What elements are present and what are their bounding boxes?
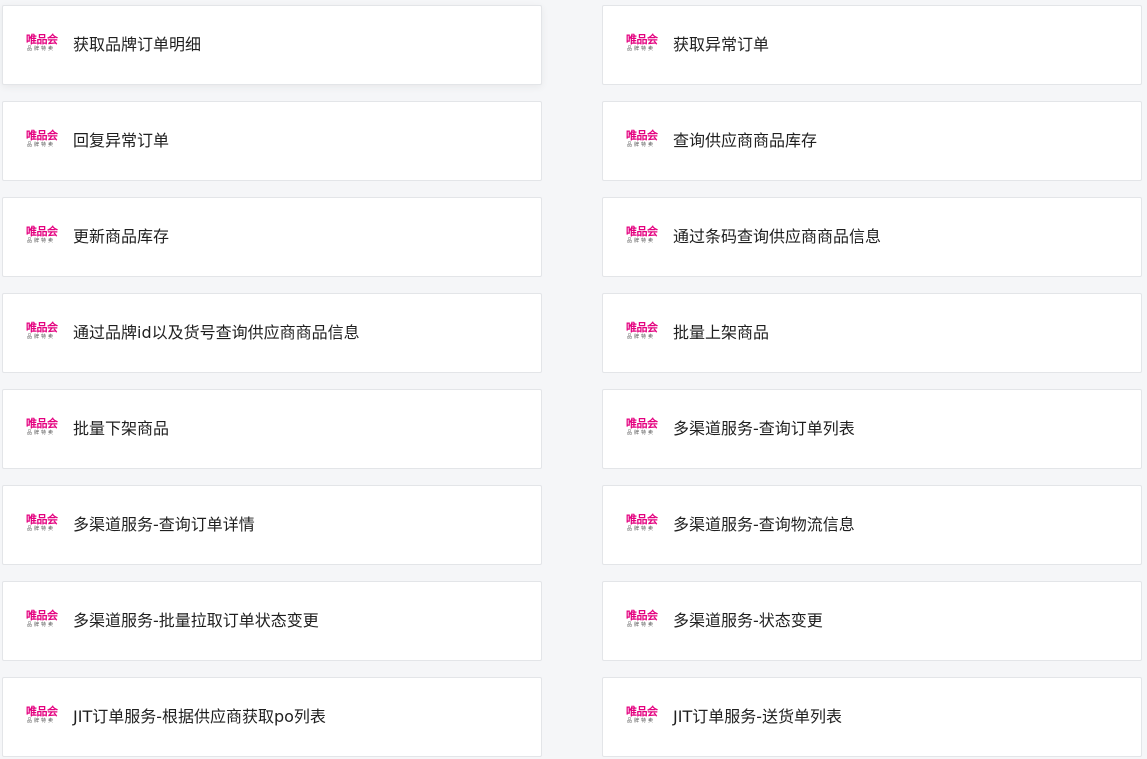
vip-logo-icon: 唯品会 品牌特卖 (626, 225, 662, 245)
api-card-grid: 唯品会 品牌特卖 获取品牌订单明细 唯品会 品牌特卖 获取异常订单 唯品会 品牌特卖 回复异常订… (2, 5, 1142, 757)
api-card[interactable]: 唯品会 品牌特卖 获取品牌订单明细 (2, 5, 542, 85)
logo-text: 唯品会 (26, 417, 58, 430)
api-card[interactable]: 唯品会 品牌特卖 JIT订单服务-根据供应商获取po列表 (2, 677, 542, 757)
logo-text: 唯品会 (626, 609, 658, 622)
vip-logo-icon: 唯品会 品牌特卖 (626, 129, 662, 149)
logo-subtext: 品牌特卖 (27, 718, 56, 724)
api-card-label: 查询供应商商品库存 (673, 131, 818, 150)
logo-text: 唯品会 (26, 225, 58, 238)
logo-subtext: 品牌特卖 (627, 46, 656, 52)
vip-logo-icon: 唯品会 品牌特卖 (626, 705, 662, 725)
vip-logo-icon: 唯品会 品牌特卖 (626, 321, 662, 341)
api-card-label: 获取异常订单 (673, 35, 770, 54)
vip-logo-icon: 唯品会 品牌特卖 (26, 33, 62, 53)
logo-text: 唯品会 (626, 225, 658, 238)
api-card-label: 多渠道服务-查询订单列表 (673, 419, 855, 438)
vip-logo-icon: 唯品会 品牌特卖 (26, 129, 62, 149)
vip-logo-icon: 唯品会 品牌特卖 (26, 705, 62, 725)
api-card-label: 回复异常订单 (73, 131, 170, 150)
api-card-label: JIT订单服务-根据供应商获取po列表 (73, 707, 326, 726)
logo-text: 唯品会 (626, 129, 658, 142)
logo-text: 唯品会 (626, 33, 658, 46)
api-card[interactable]: 唯品会 品牌特卖 通过品牌id以及货号查询供应商商品信息 (2, 293, 542, 373)
api-card[interactable]: 唯品会 品牌特卖 更新商品库存 (2, 197, 542, 277)
api-card-label: 批量上架商品 (673, 323, 770, 342)
api-card[interactable]: 唯品会 品牌特卖 多渠道服务-批量拉取订单状态变更 (2, 581, 542, 661)
logo-subtext: 品牌特卖 (627, 430, 656, 436)
logo-text: 唯品会 (26, 705, 58, 718)
api-card-label: 更新商品库存 (73, 227, 170, 246)
logo-text: 唯品会 (26, 321, 58, 334)
logo-text: 唯品会 (26, 609, 58, 622)
logo-text: 唯品会 (626, 417, 658, 430)
logo-subtext: 品牌特卖 (627, 142, 656, 148)
api-card[interactable]: 唯品会 品牌特卖 通过条码查询供应商商品信息 (602, 197, 1142, 277)
api-card[interactable]: 唯品会 品牌特卖 多渠道服务-查询订单列表 (602, 389, 1142, 469)
logo-text: 唯品会 (26, 33, 58, 46)
vip-logo-icon: 唯品会 品牌特卖 (26, 513, 62, 533)
api-card[interactable]: 唯品会 品牌特卖 多渠道服务-查询订单详情 (2, 485, 542, 565)
api-card[interactable]: 唯品会 品牌特卖 回复异常订单 (2, 101, 542, 181)
api-card[interactable]: 唯品会 品牌特卖 批量下架商品 (2, 389, 542, 469)
api-card-label: JIT订单服务-送货单列表 (673, 707, 842, 726)
api-card[interactable]: 唯品会 品牌特卖 多渠道服务-查询物流信息 (602, 485, 1142, 565)
logo-subtext: 品牌特卖 (27, 430, 56, 436)
api-card[interactable]: 唯品会 品牌特卖 多渠道服务-状态变更 (602, 581, 1142, 661)
logo-text: 唯品会 (626, 513, 658, 526)
vip-logo-icon: 唯品会 品牌特卖 (626, 33, 662, 53)
logo-subtext: 品牌特卖 (27, 142, 56, 148)
logo-subtext: 品牌特卖 (627, 622, 656, 628)
logo-subtext: 品牌特卖 (27, 526, 56, 532)
api-card-label: 通过品牌id以及货号查询供应商商品信息 (73, 323, 360, 342)
api-card-label: 多渠道服务-查询订单详情 (73, 515, 255, 534)
api-card[interactable]: 唯品会 品牌特卖 批量上架商品 (602, 293, 1142, 373)
api-card[interactable]: 唯品会 品牌特卖 获取异常订单 (602, 5, 1142, 85)
logo-text: 唯品会 (26, 513, 58, 526)
vip-logo-icon: 唯品会 品牌特卖 (626, 417, 662, 437)
vip-logo-icon: 唯品会 品牌特卖 (26, 321, 62, 341)
vip-logo-icon: 唯品会 品牌特卖 (626, 609, 662, 629)
logo-subtext: 品牌特卖 (27, 238, 56, 244)
logo-subtext: 品牌特卖 (627, 526, 656, 532)
vip-logo-icon: 唯品会 品牌特卖 (626, 513, 662, 533)
logo-text: 唯品会 (626, 705, 658, 718)
api-card-label: 多渠道服务-批量拉取订单状态变更 (73, 611, 319, 630)
vip-logo-icon: 唯品会 品牌特卖 (26, 609, 62, 629)
api-card[interactable]: 唯品会 品牌特卖 JIT订单服务-送货单列表 (602, 677, 1142, 757)
vip-logo-icon: 唯品会 品牌特卖 (26, 417, 62, 437)
api-card-label: 多渠道服务-状态变更 (673, 611, 823, 630)
logo-text: 唯品会 (26, 129, 58, 142)
api-card-label: 多渠道服务-查询物流信息 (673, 515, 855, 534)
logo-subtext: 品牌特卖 (27, 46, 56, 52)
logo-subtext: 品牌特卖 (627, 718, 656, 724)
api-card[interactable]: 唯品会 品牌特卖 查询供应商商品库存 (602, 101, 1142, 181)
vip-logo-icon: 唯品会 品牌特卖 (26, 225, 62, 245)
logo-subtext: 品牌特卖 (27, 334, 56, 340)
logo-subtext: 品牌特卖 (27, 622, 56, 628)
logo-text: 唯品会 (626, 321, 658, 334)
api-card-label: 批量下架商品 (73, 419, 170, 438)
api-card-label: 获取品牌订单明细 (73, 35, 202, 54)
logo-subtext: 品牌特卖 (627, 334, 656, 340)
logo-subtext: 品牌特卖 (627, 238, 656, 244)
api-card-label: 通过条码查询供应商商品信息 (673, 227, 882, 246)
